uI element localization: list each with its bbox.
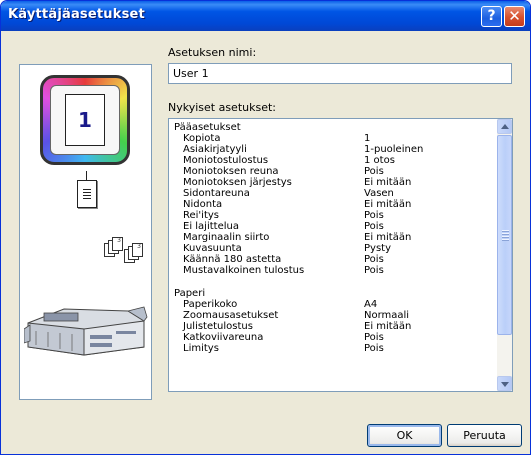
- settings-list-content: Pääasetukset Kopiota 1 Asiakirjatyyli 1-pu…: [169, 119, 497, 354]
- list-item: Julistetulostus Ei mitään: [183, 321, 412, 332]
- group-title-main: Pääasetukset: [174, 122, 241, 133]
- copies-number: 1: [65, 94, 105, 146]
- current-settings-label: Nykyiset asetukset:: [168, 101, 277, 114]
- help-button[interactable]: ?: [481, 6, 502, 27]
- title-bar[interactable]: Käyttäjäasetukset ? ✕: [1, 1, 530, 31]
- ok-button[interactable]: OK: [367, 424, 442, 447]
- list-item: Kopiota 1: [183, 133, 371, 144]
- close-button[interactable]: ✕: [504, 6, 525, 27]
- list-item: Nidonta Ei mitään: [183, 199, 412, 210]
- list-item: Limitys Pois: [183, 343, 384, 354]
- printer-machine-icon: [24, 306, 148, 356]
- cancel-button[interactable]: Peruuta: [447, 424, 522, 447]
- vertical-scrollbar[interactable]: [497, 119, 512, 391]
- list-item: Kuvasuunta Pysty: [183, 243, 391, 254]
- dialog-window: Käyttäjäasetukset ? ✕ 1 1 2 3 1 2 3: [0, 0, 531, 455]
- list-item: Zoomausasetukset Normaali: [183, 310, 410, 321]
- list-item: Moniotoksen reuna Pois: [183, 166, 384, 177]
- single-document-icon: [77, 180, 97, 208]
- list-item: Käännä 180 astetta Pois: [183, 254, 384, 265]
- scroll-up-button[interactable]: [497, 119, 512, 134]
- list-item: Rei'itys Pois: [183, 210, 384, 221]
- group-title-paper: Paperi: [174, 288, 206, 299]
- list-item: Paperikoko A4: [183, 299, 378, 310]
- list-item: Moniotoksen järjestys Ei mitään: [183, 177, 412, 188]
- setting-name-label: Asetuksen nimi:: [168, 46, 257, 59]
- list-item: Marginaalin siirto Ei mitään: [183, 232, 412, 243]
- arrow-up-icon: [501, 124, 509, 129]
- list-item: Sidontareuna Vasen: [183, 188, 394, 199]
- color-page-icon: 1: [40, 75, 130, 165]
- list-item: Mustavalkoinen tulostus Pois: [183, 265, 384, 276]
- window-title: Käyttäjäasetukset: [8, 7, 145, 22]
- collate-sheets-icon: 1 2 3 1 2 3: [104, 235, 148, 265]
- setting-name-input[interactable]: User 1: [168, 63, 512, 84]
- list-item: Ei lajittelua Pois: [183, 221, 384, 232]
- scroll-thumb[interactable]: [497, 135, 512, 335]
- arrow-down-icon: [501, 382, 509, 387]
- current-settings-list[interactable]: Pääasetukset Kopiota 1 Asiakirjatyyli 1-pu…: [168, 118, 513, 392]
- scroll-down-button[interactable]: [497, 376, 512, 391]
- list-item: Moniotostulostus 1 otos: [183, 155, 395, 166]
- list-item: Asiakirjatyyli 1-puoleinen: [183, 144, 424, 155]
- settings-preview: 1 1 2 3 1 2 3: [19, 64, 152, 400]
- list-item: Katkoviivareuna Pois: [183, 332, 384, 343]
- close-x-icon: ✕: [508, 7, 521, 25]
- question-mark-icon: ?: [487, 8, 496, 24]
